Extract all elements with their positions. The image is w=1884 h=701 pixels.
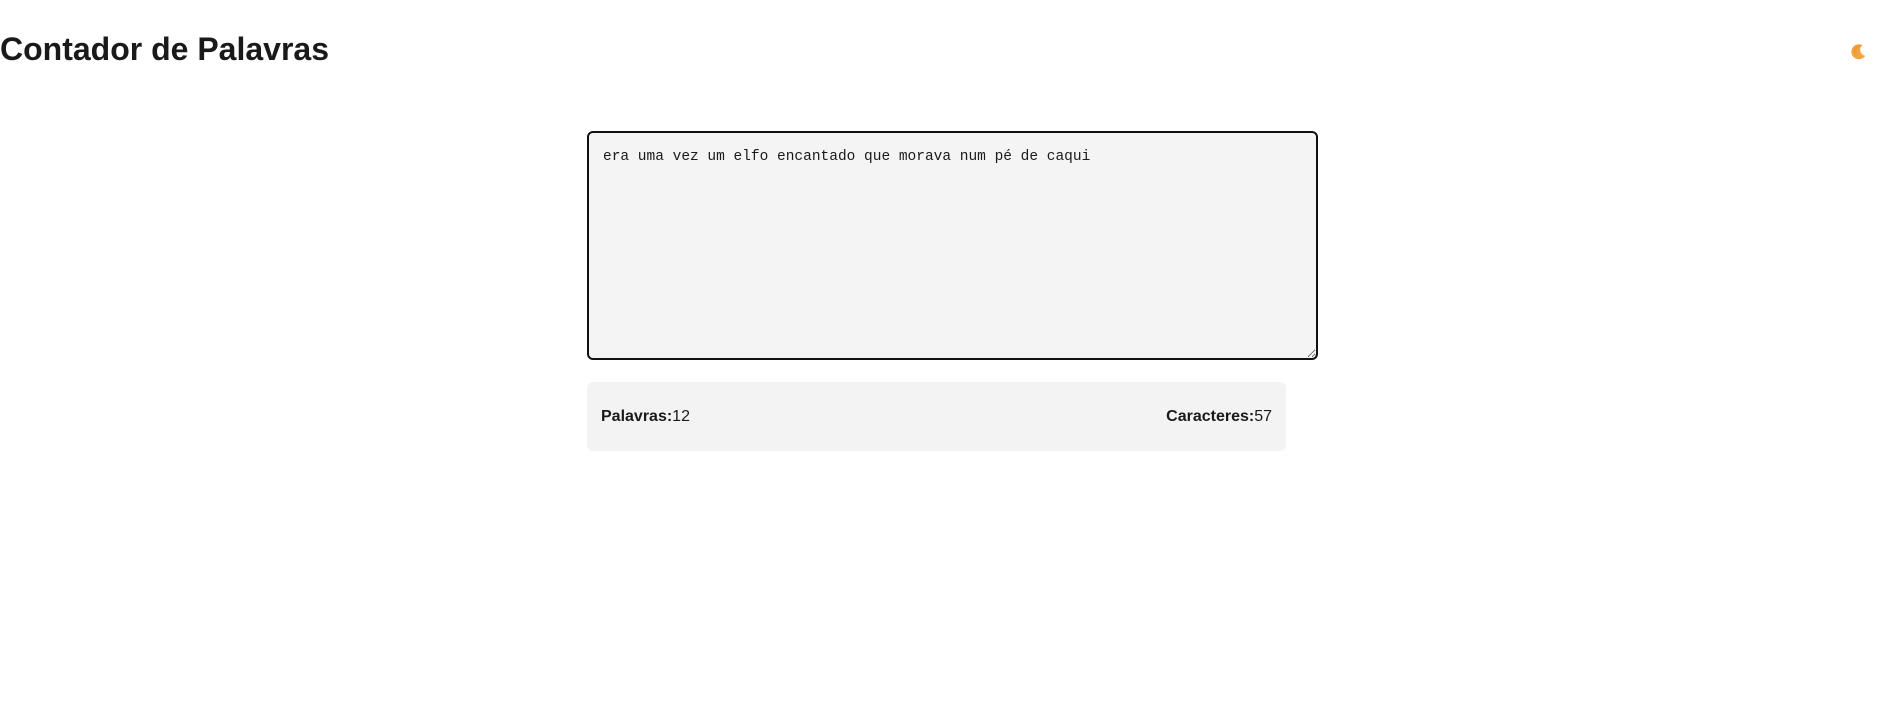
theme-toggle-button[interactable] [1846,40,1870,64]
stats-panel: Palavras:12 Caracteres:57 [587,382,1286,451]
text-input-area[interactable] [587,131,1318,360]
moon-icon [1851,44,1866,60]
page: Contador de Palavras Palavras:12 Caracte… [0,0,1884,701]
char-count-stat: Caracteres:57 [1166,408,1272,426]
char-count-label: Caracteres: [1166,407,1255,425]
page-title: Contador de Palavras [0,31,329,67]
word-count-label: Palavras: [601,407,673,425]
word-count-stat: Palavras:12 [601,408,690,426]
word-count-value: 12 [672,407,690,425]
char-count-value: 57 [1254,407,1272,425]
